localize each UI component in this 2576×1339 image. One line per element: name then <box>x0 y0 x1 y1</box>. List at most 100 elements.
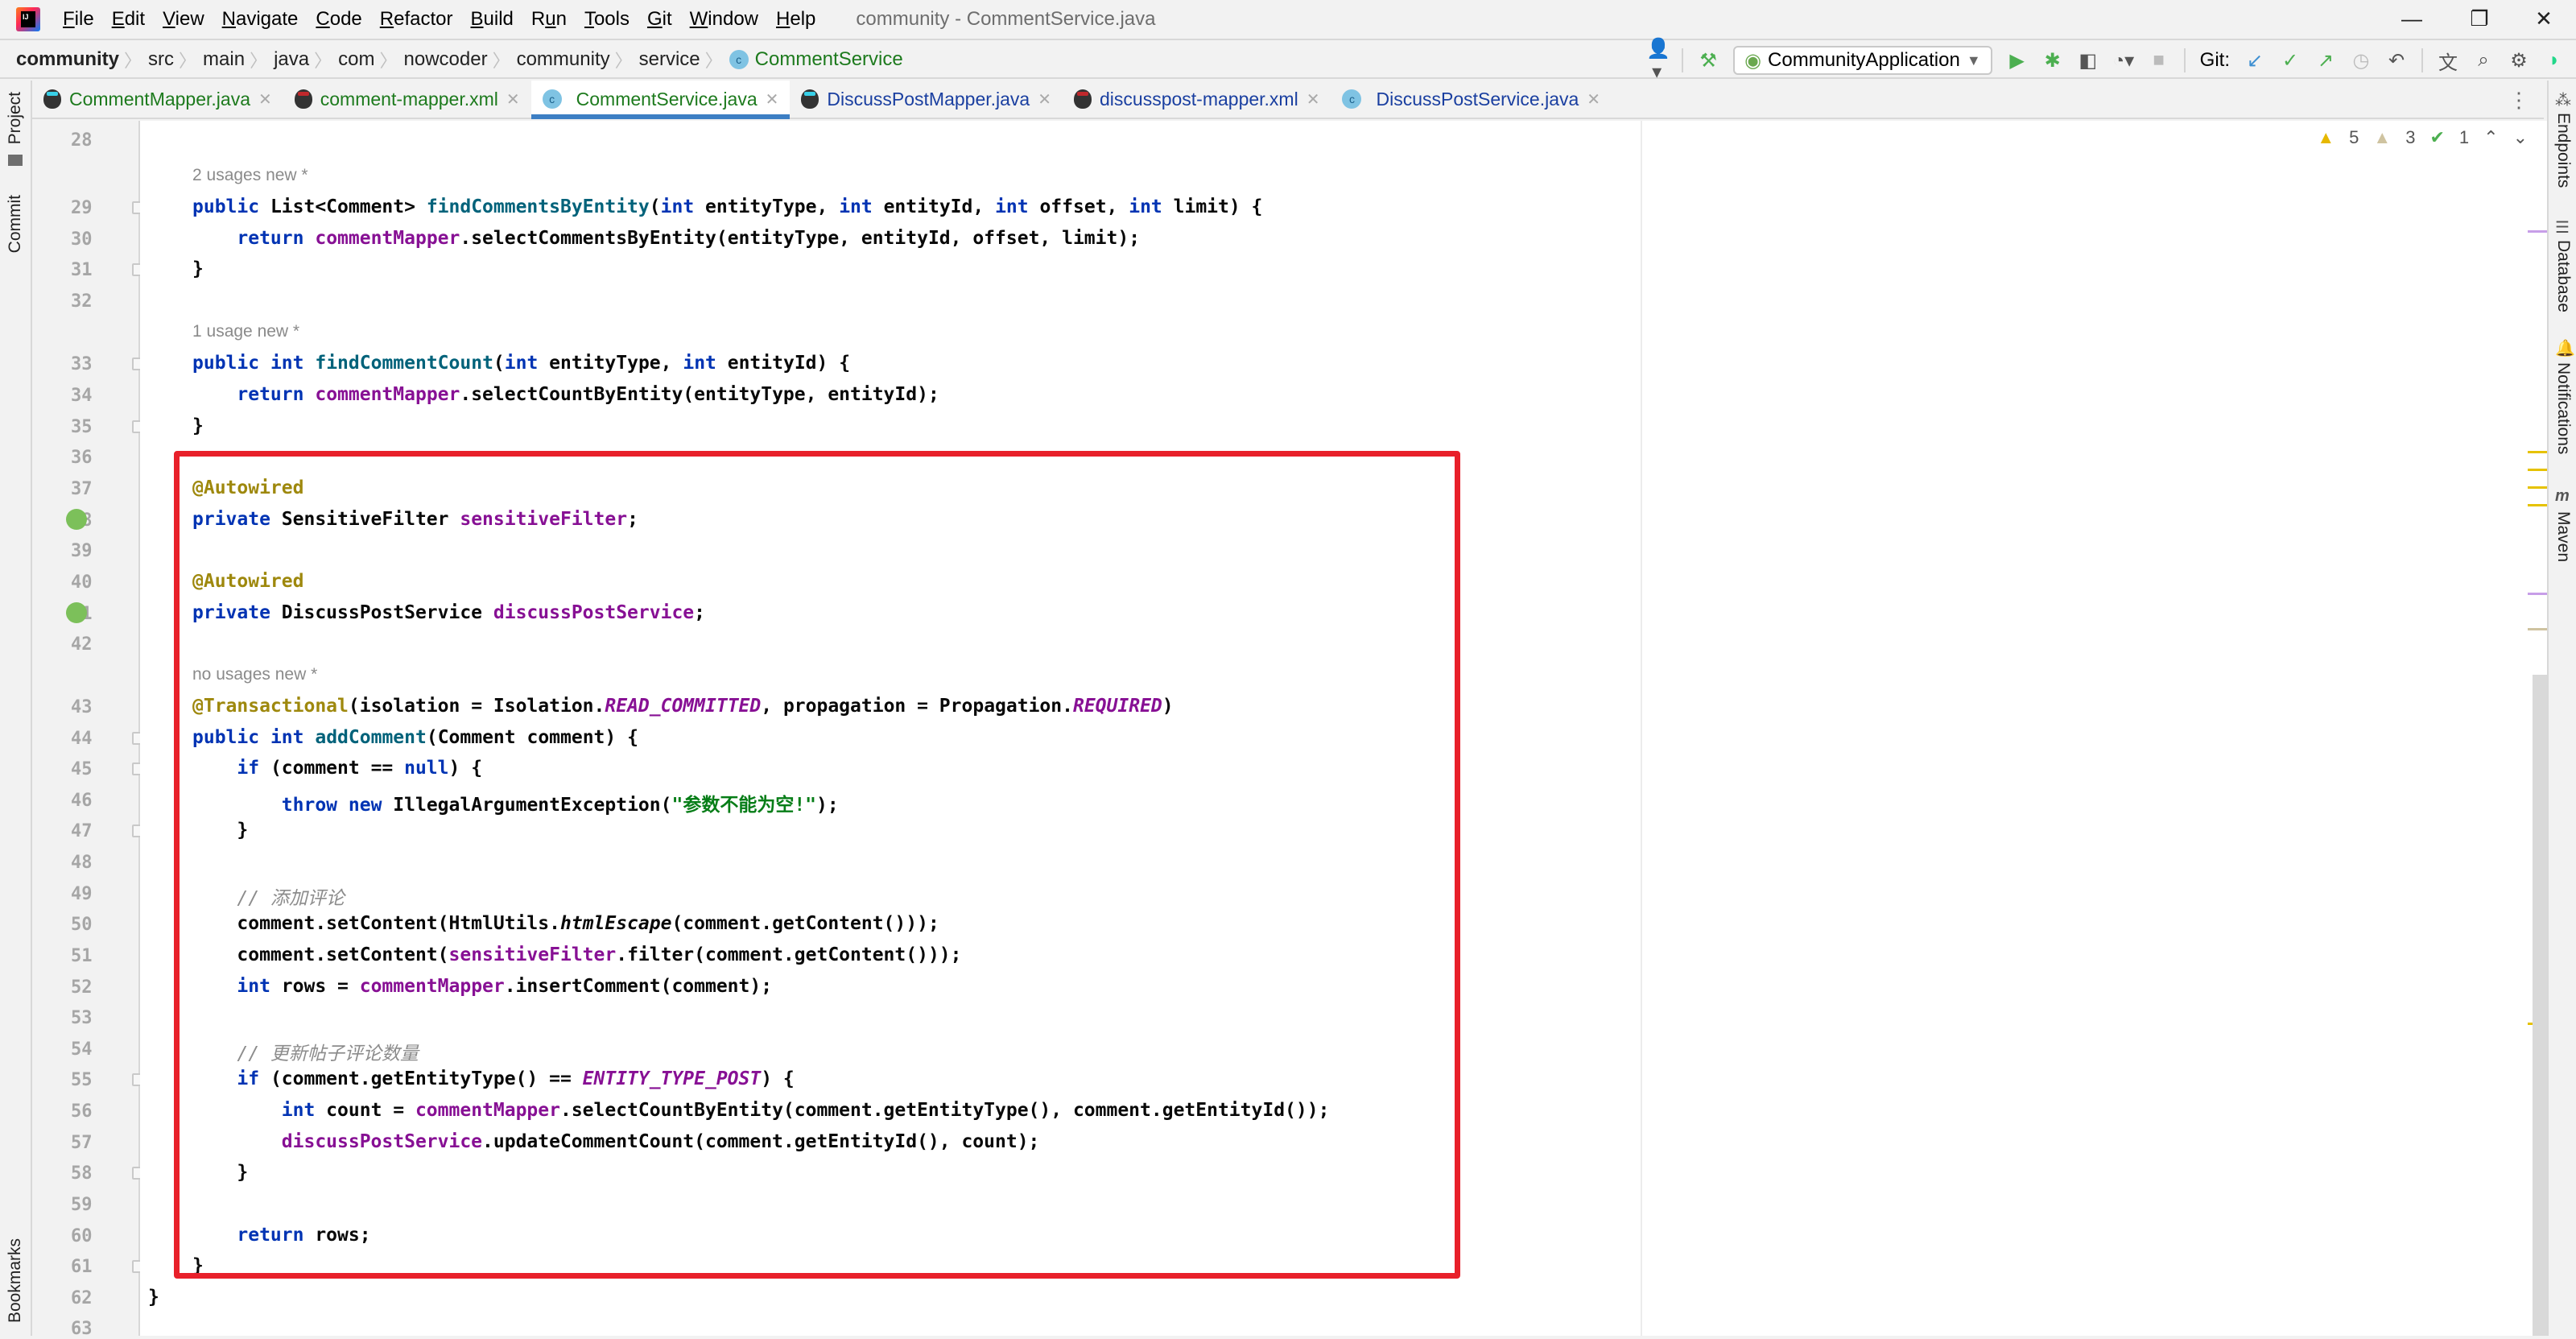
menu-view[interactable]: View <box>163 8 204 31</box>
breadcrumb-item[interactable]: nowcoder <box>404 48 488 71</box>
editor-tab[interactable]: DiscussPostMapper.java ✕ <box>790 81 1063 118</box>
tool-window-project[interactable]: Project <box>6 92 25 144</box>
code-line[interactable]: return commentMapper.selectCommentsByEnt… <box>192 228 1140 249</box>
breadcrumb-separator: 〉 <box>379 51 398 71</box>
close-tab-icon[interactable]: ✕ <box>1038 89 1051 110</box>
menu-run[interactable]: Run <box>531 8 567 31</box>
breadcrumb-item[interactable]: main <box>203 48 245 71</box>
git-push-icon[interactable]: ↗ <box>2315 49 2336 72</box>
line-number: 29 <box>71 198 93 218</box>
minimize-button[interactable]: — <box>2388 6 2436 34</box>
tool-window-commit[interactable]: Commit <box>6 195 25 253</box>
code-line[interactable]: } <box>148 1287 159 1308</box>
stripe-mark[interactable] <box>2528 486 2547 489</box>
menu-file[interactable]: File <box>63 8 94 31</box>
menu-edit[interactable]: Edit <box>112 8 145 31</box>
jetbrains-ai-icon[interactable]: ◗ <box>2544 49 2565 72</box>
run-icon[interactable]: ▶ <box>2007 49 2028 72</box>
settings-icon[interactable]: ⚙ <box>2508 49 2529 72</box>
close-tab-icon[interactable]: ✕ <box>506 89 520 110</box>
breadcrumb-item[interactable]: com <box>338 48 374 71</box>
stripe-mark[interactable] <box>2528 504 2547 506</box>
tool-window-notifications[interactable]: Notifications <box>2553 362 2573 454</box>
line-number: 43 <box>71 697 93 717</box>
breadcrumb-separator: 〉 <box>492 51 510 71</box>
coverage-icon[interactable]: ◧ <box>2078 49 2099 72</box>
spring-bean-navigate-icon[interactable] <box>66 602 87 623</box>
next-highlight-icon[interactable]: ⌄ <box>2513 127 2528 148</box>
close-button[interactable]: ✕ <box>2520 6 2568 34</box>
editor-tab[interactable]: CommentMapper.java ✕ <box>32 81 283 118</box>
menu-help[interactable]: Help <box>776 8 815 31</box>
menu-window[interactable]: Window <box>690 8 758 31</box>
stop-icon[interactable]: ■ <box>2149 49 2169 72</box>
run-configuration-select[interactable]: ◉ CommunityApplication ▼ <box>1733 46 1992 75</box>
tool-window-database[interactable]: Database <box>2553 240 2573 312</box>
close-tab-icon[interactable]: ✕ <box>258 89 272 110</box>
git-update-icon[interactable]: ↙ <box>2244 49 2265 72</box>
code-vision-hint[interactable]: 1 usage new * <box>192 322 299 341</box>
code-line[interactable]: public int findCommentCount(int entityTy… <box>192 353 850 374</box>
line-number: 32 <box>71 291 93 312</box>
menu-build[interactable]: Build <box>471 8 514 31</box>
user-icon[interactable]: 👤▾ <box>1646 37 1670 84</box>
search-icon[interactable]: ⌕ <box>2473 49 2494 72</box>
line-number: 48 <box>71 853 93 873</box>
menu-tools[interactable]: Tools <box>584 8 630 31</box>
code-line[interactable]: } <box>192 415 204 436</box>
stripe-mark[interactable] <box>2528 628 2547 630</box>
editor-tab[interactable]: c DiscussPostService.java ✕ <box>1331 81 1612 118</box>
left-tool-strip: Project Commit Bookmarks <box>0 81 32 1336</box>
code-line[interactable]: } <box>192 258 204 279</box>
restore-button[interactable]: ❐ <box>2455 6 2504 34</box>
stripe-mark[interactable] <box>2528 469 2547 471</box>
breadcrumb-item[interactable]: CommentService <box>755 48 903 71</box>
close-tab-icon[interactable]: ✕ <box>1587 89 1600 110</box>
code-line[interactable]: public List<Comment> findCommentsByEntit… <box>192 196 1262 217</box>
tool-window-bookmarks[interactable]: Bookmarks <box>6 1238 25 1323</box>
build-hammer-icon[interactable]: ⚒ <box>1698 49 1719 72</box>
stripe-mark[interactable] <box>2528 451 2547 453</box>
stripe-mark[interactable] <box>2528 593 2547 595</box>
rollback-icon[interactable]: ↶ <box>2386 49 2407 72</box>
mybatis-xml-icon <box>294 89 312 109</box>
database-icon: ☰ <box>2555 219 2570 237</box>
tool-window-maven[interactable]: Maven <box>2553 511 2573 562</box>
menu-git[interactable]: Git <box>647 8 672 31</box>
spring-bean-navigate-icon[interactable] <box>66 509 87 530</box>
translate-icon[interactable]: 文 <box>2438 47 2458 75</box>
editor-tab[interactable]: discusspost-mapper.xml ✕ <box>1063 81 1331 118</box>
editor-tab[interactable]: c CommentService.java ✕ <box>530 81 791 119</box>
breadcrumb-separator: 〉 <box>124 51 142 71</box>
breadcrumb-item[interactable]: src <box>148 48 174 71</box>
menu-navigate[interactable]: Navigate <box>222 8 299 31</box>
code-vision-hint[interactable]: 2 usages new * <box>192 166 308 185</box>
line-number: 56 <box>71 1101 93 1122</box>
more-options-icon[interactable]: ⋮ <box>2508 81 2529 119</box>
breadcrumb-item[interactable]: community <box>16 48 119 71</box>
stripe-mark[interactable] <box>2528 230 2547 233</box>
menu-code[interactable]: Code <box>316 8 361 31</box>
close-tab-icon[interactable]: ✕ <box>1307 89 1320 110</box>
breadcrumb-item[interactable]: java <box>274 48 309 71</box>
debug-icon[interactable]: ✱ <box>2042 49 2063 72</box>
mybatis-xml-icon <box>1074 89 1092 109</box>
git-commit-icon[interactable]: ✓ <box>2280 49 2301 72</box>
breadcrumb-item[interactable]: service <box>639 48 700 71</box>
close-tab-icon[interactable]: ✕ <box>766 89 779 110</box>
inspection-widget[interactable]: ▲ 5 ▲ 3 ✔ 1 ⌃ ⌄ <box>2317 127 2528 148</box>
line-number: 51 <box>71 946 93 966</box>
line-number: 49 <box>71 884 93 904</box>
tool-window-endpoints[interactable]: Endpoints <box>2553 113 2573 188</box>
profile-icon[interactable]: ◔▾ <box>2113 49 2135 72</box>
breadcrumb-item[interactable]: community <box>517 48 610 71</box>
menu-refactor[interactable]: Refactor <box>380 8 453 31</box>
line-number: 28 <box>71 130 93 151</box>
code-line[interactable]: return commentMapper.selectCountByEntity… <box>192 384 939 405</box>
vertical-scrollbar-thumb[interactable] <box>2533 675 2547 1336</box>
breadcrumb-separator: 〉 <box>314 51 332 71</box>
previous-highlight-icon[interactable]: ⌃ <box>2483 127 2498 148</box>
editor-tab[interactable]: comment-mapper.xml ✕ <box>283 81 531 118</box>
history-icon[interactable]: ◷ <box>2351 49 2372 72</box>
line-number: 35 <box>71 417 93 437</box>
